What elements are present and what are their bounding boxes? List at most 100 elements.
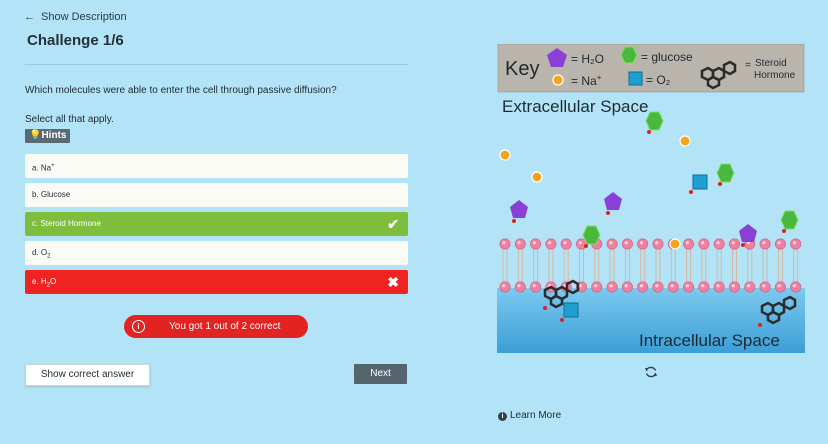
show-correct-answer-button[interactable]: Show correct answer xyxy=(25,364,150,386)
phospholipid-head xyxy=(790,238,802,250)
phospholipid-head-highlight xyxy=(716,284,720,288)
challenge-title: Challenge 1/6 xyxy=(27,32,124,49)
phospholipid-head xyxy=(560,238,572,250)
lightbulb-icon: 💡 xyxy=(29,130,42,141)
option-o2[interactable]: d. O2 xyxy=(25,241,408,265)
phospholipid-head-highlight xyxy=(594,284,598,288)
instruction-text: Select all that apply. xyxy=(25,114,114,125)
phospholipid-head xyxy=(759,281,771,293)
key-title: Key xyxy=(505,58,539,80)
next-button[interactable]: Next xyxy=(354,364,407,384)
na-ion xyxy=(679,135,691,147)
phospholipid-head-highlight xyxy=(777,241,781,245)
refresh-icon[interactable] xyxy=(644,365,658,379)
phospholipid-head-highlight xyxy=(792,284,797,288)
feedback-banner: i You got 1 out of 2 correct xyxy=(124,315,308,338)
hints-label: Hints xyxy=(41,130,67,141)
phospholipid-head-highlight xyxy=(731,284,735,288)
phospholipid-head-highlight xyxy=(548,241,552,245)
phospholipid-head-highlight xyxy=(762,241,766,245)
arrow-left-icon: ← xyxy=(24,11,35,23)
learn-more-link[interactable]: i Learn More xyxy=(498,410,561,421)
phospholipid-head-highlight xyxy=(624,284,628,288)
key-steroid-eq: = xyxy=(745,60,751,71)
phospholipid-head xyxy=(606,281,618,293)
phospholipid-head-highlight xyxy=(655,284,659,288)
option-label: b. Glucose xyxy=(32,190,71,199)
show-description-label: Show Description xyxy=(41,11,127,23)
feedback-message: You got 1 out of 2 correct xyxy=(169,321,281,332)
phospholipid-head-highlight xyxy=(639,284,644,288)
extracellular-label: Extracellular Space xyxy=(502,97,648,116)
phospholipid-head xyxy=(729,238,741,250)
show-description-link[interactable]: ← Show Description xyxy=(24,11,127,23)
phospholipid-head-highlight xyxy=(701,241,705,245)
question-text: Which molecules were able to enter the c… xyxy=(25,85,337,96)
phospholipid-head-highlight xyxy=(502,241,506,245)
hints-button[interactable]: 💡Hints xyxy=(25,129,71,143)
phospholipid-head xyxy=(621,238,633,250)
phospholipid-head-highlight xyxy=(747,284,751,288)
phospholipid-head-highlight xyxy=(624,241,628,245)
option-label: a. Na xyxy=(32,163,52,173)
phospholipid-head-highlight xyxy=(532,241,536,245)
phospholipid-head-highlight xyxy=(701,284,705,288)
key-o2-label: = O₂ xyxy=(646,73,671,87)
o2-key-icon xyxy=(628,71,643,86)
key-steroid-line1: Steroid xyxy=(755,58,787,69)
option-label-tail: O xyxy=(50,277,57,286)
option-na[interactable]: a. Na+ xyxy=(25,154,408,178)
phospholipid-head xyxy=(637,281,649,293)
phospholipid-head xyxy=(667,281,679,293)
phospholipid-head xyxy=(698,238,710,250)
option-glucose[interactable]: b. Glucose xyxy=(25,183,408,207)
phospholipid-head-highlight xyxy=(639,241,644,245)
phospholipid-head xyxy=(545,238,557,250)
phospholipid-head-highlight xyxy=(609,284,613,288)
phospholipid-head xyxy=(790,281,802,293)
option-label: e. H xyxy=(32,277,47,286)
phospholipid-head xyxy=(514,281,526,293)
phospholipid-head xyxy=(774,281,786,293)
option-sub: 2 xyxy=(47,253,51,260)
phospholipid-head-highlight xyxy=(685,284,689,288)
option-label: d. O xyxy=(32,248,48,257)
phospholipid-head-highlight xyxy=(517,241,521,245)
phospholipid-head-highlight xyxy=(670,284,674,288)
glucose-key-icon xyxy=(620,46,638,64)
phospholipid-head xyxy=(713,238,725,250)
option-h2o[interactable]: e. H2O ✖ xyxy=(25,270,408,294)
option-steroid-hormone[interactable]: c. Steroid Hormone ✔ xyxy=(25,212,408,236)
phospholipid-head xyxy=(698,281,710,293)
phospholipid-head xyxy=(713,281,725,293)
info-icon: i xyxy=(498,412,507,421)
info-icon: i xyxy=(132,320,145,333)
phospholipid-head-highlight xyxy=(762,284,766,288)
phospholipid-head-highlight xyxy=(655,241,659,245)
phospholipid-head-highlight xyxy=(777,284,781,288)
phospholipid-head xyxy=(652,238,664,250)
na-ion xyxy=(499,149,511,161)
phospholipid-head-highlight xyxy=(502,284,506,288)
learn-more-label: Learn More xyxy=(510,410,562,421)
key-glucose-label: = glucose xyxy=(641,50,693,64)
option-label: c. Steroid Hormone xyxy=(32,219,101,228)
phospholipid-head xyxy=(637,238,649,250)
phospholipid-head xyxy=(514,238,526,250)
phospholipid-head-highlight xyxy=(517,284,521,288)
phospholipid-head-highlight xyxy=(685,241,689,245)
phospholipid-head xyxy=(759,238,771,250)
phospholipid-head xyxy=(729,281,741,293)
na-key-icon xyxy=(552,74,564,86)
phospholipid-head xyxy=(499,238,511,250)
phospholipid-head-highlight xyxy=(578,241,582,245)
phospholipid-head-highlight xyxy=(731,241,735,245)
phospholipid-head xyxy=(683,281,695,293)
phospholipid-head-highlight xyxy=(716,241,720,245)
phospholipid-head xyxy=(606,238,618,250)
phospholipid-head xyxy=(652,281,664,293)
key-h2o-label: = H₂O xyxy=(571,52,604,66)
diffusion-simulation: Key = H₂O = Na+ = glucose = O₂ = Steroid… xyxy=(497,44,805,353)
phospholipid-head xyxy=(530,238,542,250)
na-ion xyxy=(669,238,681,250)
